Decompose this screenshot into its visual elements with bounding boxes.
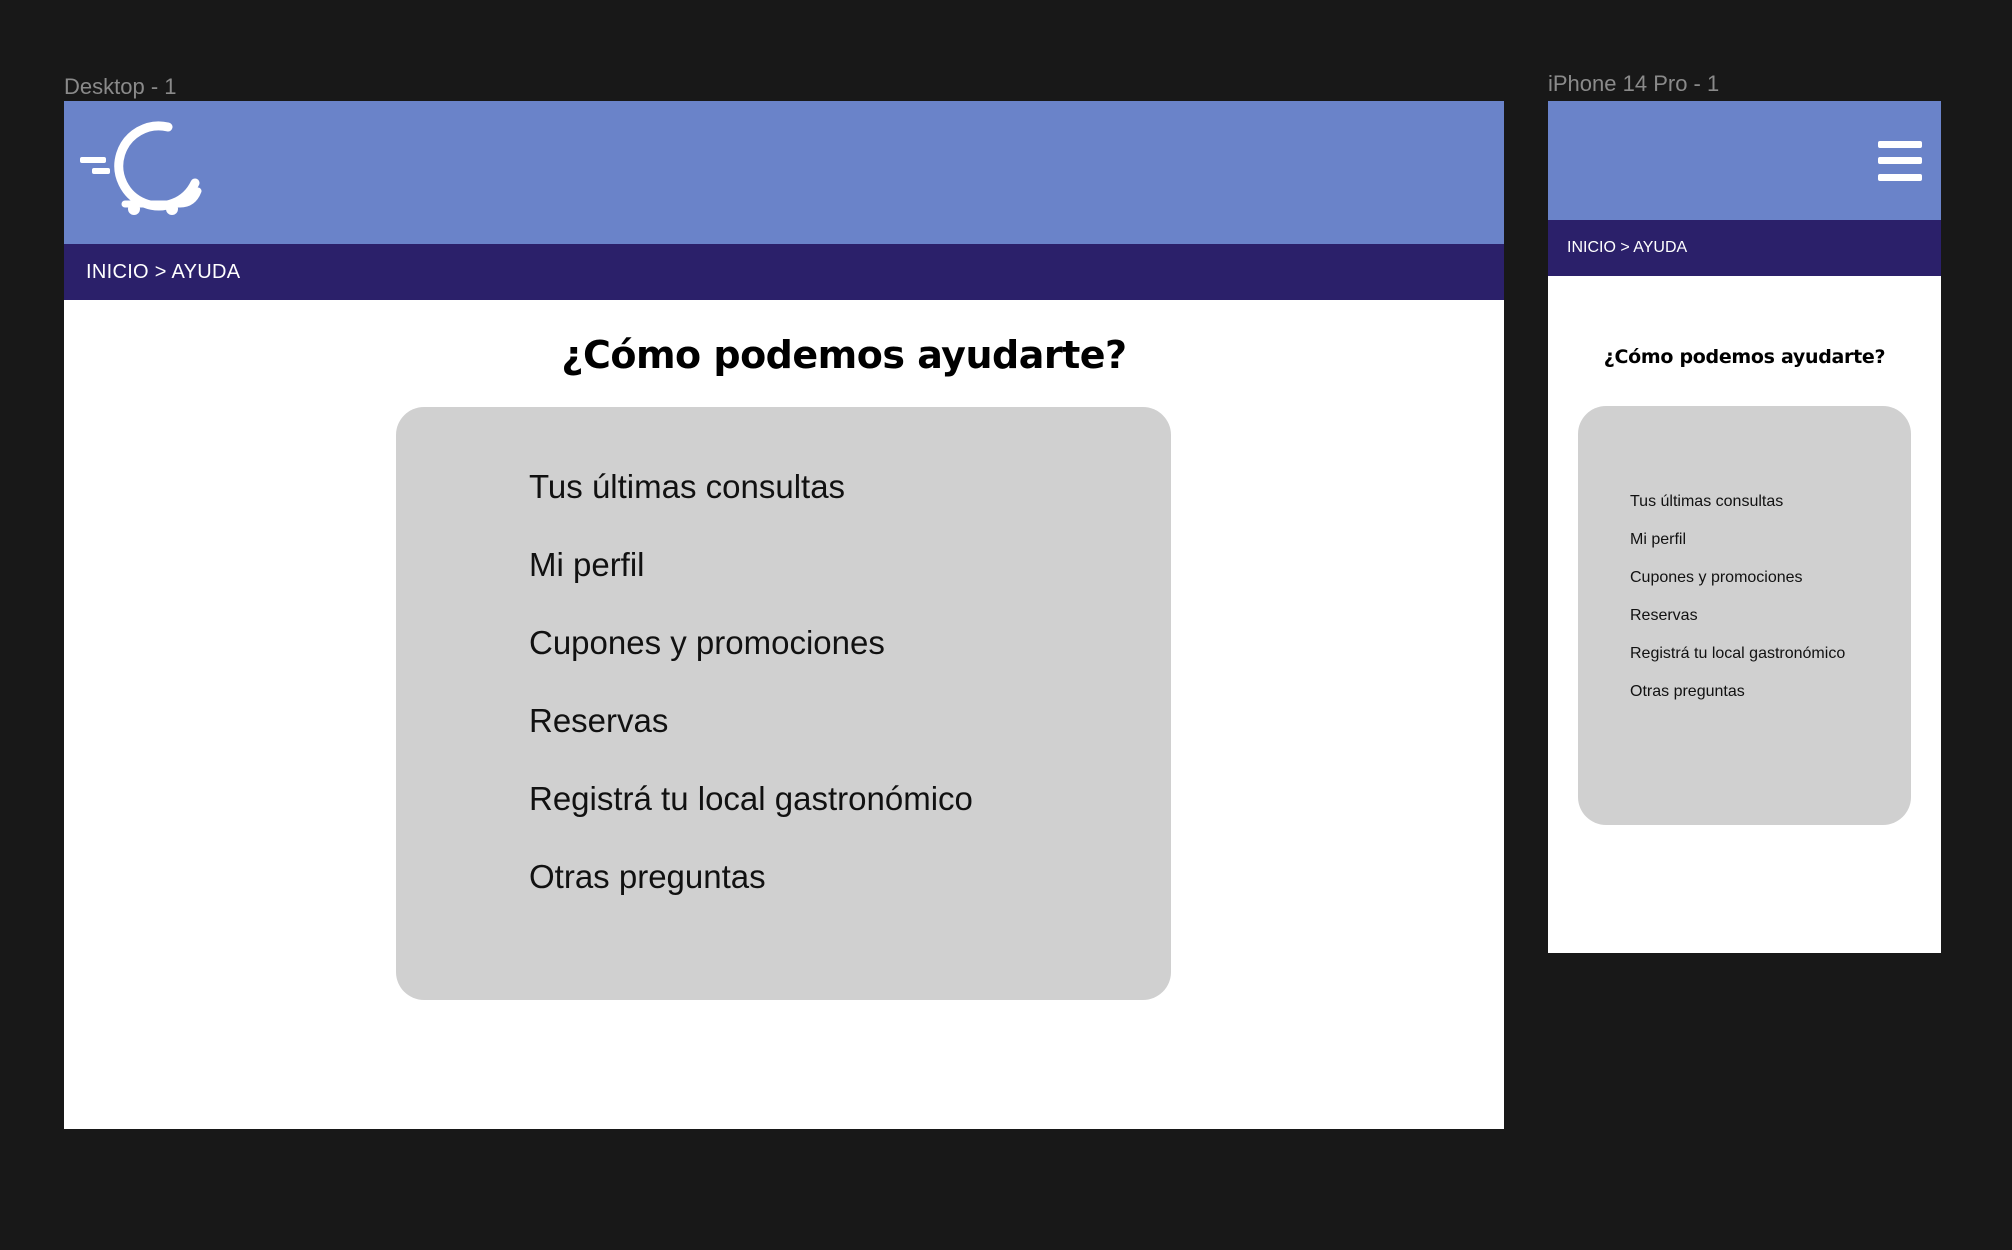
hamburger-line xyxy=(1878,157,1922,164)
mobile-help-topic-register-restaurant[interactable]: Registrá tu local gastronómico xyxy=(1630,644,1845,682)
help-topics-card: Tus últimas consultas Mi perfil Cupones … xyxy=(396,407,1171,1000)
mobile-help-topic-profile[interactable]: Mi perfil xyxy=(1630,530,1845,568)
help-topic-register-restaurant[interactable]: Registrá tu local gastronómico xyxy=(529,779,973,857)
desktop-frame: INICIO > AYUDA ¿Cómo podemos ayudarte? T… xyxy=(64,101,1504,1129)
mobile-frame: INICIO > AYUDA ¿Cómo podemos ayudarte? T… xyxy=(1548,101,1941,953)
mobile-header xyxy=(1548,101,1941,220)
mobile-breadcrumb[interactable]: INICIO > AYUDA xyxy=(1567,239,1687,257)
mobile-help-topics-list: Tus últimas consultas Mi perfil Cupones … xyxy=(1630,492,1845,720)
help-topic-profile[interactable]: Mi perfil xyxy=(529,545,973,623)
mobile-help-topic-other-questions[interactable]: Otras preguntas xyxy=(1630,682,1845,720)
hamburger-line xyxy=(1878,174,1922,181)
header xyxy=(64,101,1504,244)
help-topic-reservations[interactable]: Reservas xyxy=(529,701,973,779)
page-title: ¿Cómo podemos ayudarte? xyxy=(561,333,1127,377)
help-topic-other-questions[interactable]: Otras preguntas xyxy=(529,857,973,935)
help-topic-coupons[interactable]: Cupones y promociones xyxy=(529,623,973,701)
help-topics-list: Tus últimas consultas Mi perfil Cupones … xyxy=(529,467,973,935)
help-topic-recent-queries[interactable]: Tus últimas consultas xyxy=(529,467,973,545)
mobile-help-topic-recent-queries[interactable]: Tus últimas consultas xyxy=(1630,492,1845,530)
hamburger-line xyxy=(1878,141,1922,148)
mobile-help-topic-reservations[interactable]: Reservas xyxy=(1630,606,1845,644)
desktop-frame-label: Desktop - 1 xyxy=(64,74,177,99)
mobile-frame-label: iPhone 14 Pro - 1 xyxy=(1548,71,1720,96)
mobile-page-title: ¿Cómo podemos ayudarte? xyxy=(1603,346,1886,368)
hamburger-icon[interactable] xyxy=(1878,141,1922,181)
cart-c-logo-icon[interactable] xyxy=(80,121,205,219)
breadcrumb[interactable]: INICIO > AYUDA xyxy=(86,261,240,284)
breadcrumb-bar: INICIO > AYUDA xyxy=(64,244,1504,300)
mobile-breadcrumb-bar: INICIO > AYUDA xyxy=(1548,220,1941,276)
mobile-help-topic-coupons[interactable]: Cupones y promociones xyxy=(1630,568,1845,606)
mobile-help-topics-card: Tus últimas consultas Mi perfil Cupones … xyxy=(1578,406,1911,825)
